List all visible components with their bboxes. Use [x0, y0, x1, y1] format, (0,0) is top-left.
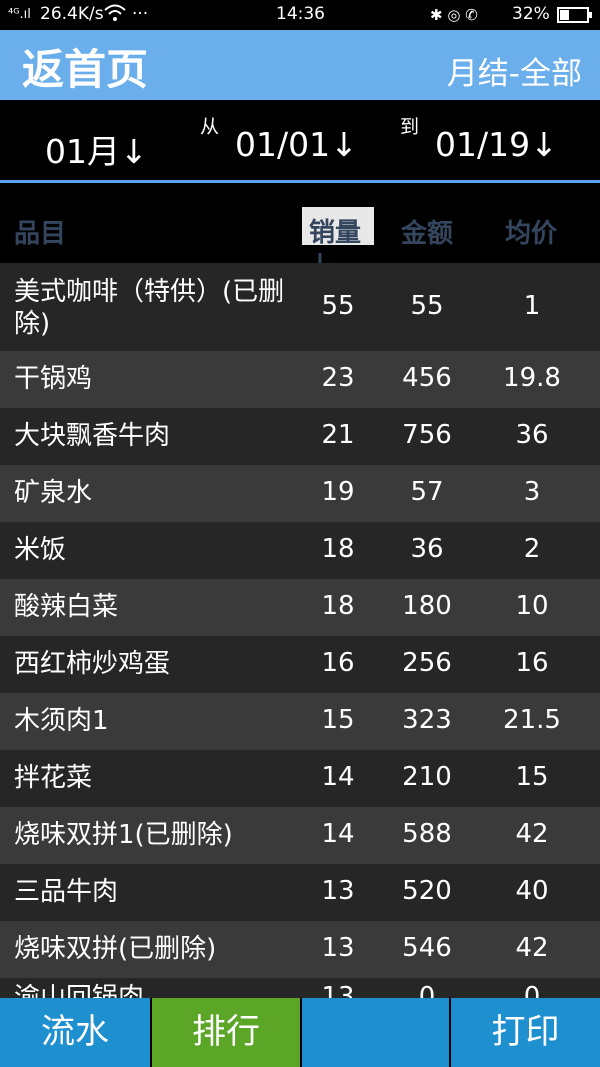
item-avg: 1 [523, 291, 541, 321]
item-amount: 36 [410, 534, 444, 564]
table-row[interactable]: 酸辣白菜 18 180 10 [0, 579, 600, 636]
network-speed: 26.4K/s [40, 4, 104, 24]
item-avg: 19.8 [503, 363, 561, 393]
item-name: 米饭 [14, 535, 67, 565]
item-amount: 588 [402, 819, 452, 849]
item-avg: 3 [523, 477, 541, 507]
table-row[interactable]: 拌花菜 14 210 15 [0, 750, 600, 807]
item-avg: 42 [515, 819, 549, 849]
column-qty-sorted[interactable]: 销量↓ [302, 207, 374, 279]
blank-button[interactable] [302, 998, 449, 1067]
rank-button[interactable]: 排行 [152, 998, 300, 1067]
ranking-list[interactable]: 美式咖啡（特供）(已删除) 55 55 1 干锅鸡 23 456 19.8 大块… [0, 263, 600, 998]
item-amount: 520 [402, 876, 452, 906]
item-avg: 36 [515, 420, 549, 450]
item-name: 烧味双拼(已删除) [14, 934, 217, 964]
status-icons: ✱ ◎ ✆ [430, 6, 478, 24]
item-avg: 42 [515, 933, 549, 963]
to-date-selector[interactable]: 01/19↓ [435, 125, 558, 164]
item-name: 西红柿炒鸡蛋 [14, 649, 171, 679]
table-row[interactable]: 大块飘香牛肉 21 756 36 [0, 408, 600, 465]
date-filter-bar: 01月↓ 从 01/01↓ 到 01/19↓ [0, 100, 600, 183]
signal-icon: ⁴ᴳ.ıl [8, 7, 31, 22]
table-row[interactable]: 美式咖啡（特供）(已删除) 55 55 1 [0, 263, 600, 351]
item-avg: 0 [523, 982, 541, 998]
status-bar: ⁴ᴳ.ıl 26.4K/s ··· 14:36 ✱ ◎ ✆ 32% [0, 0, 600, 30]
item-name: 美式咖啡（特供）(已删除) [14, 277, 285, 339]
item-name: 木须肉1 [14, 706, 109, 736]
bottom-nav: 流水 排行 打印 [0, 998, 600, 1067]
month-selector[interactable]: 01月↓ [45, 125, 148, 173]
item-avg: 10 [515, 591, 549, 621]
item-amount: 210 [402, 762, 452, 792]
item-avg: 21.5 [503, 705, 561, 735]
item-avg: 16 [515, 648, 549, 678]
item-name: 干锅鸡 [14, 364, 93, 394]
item-avg: 40 [515, 876, 549, 906]
table-row[interactable]: 矿泉水 19 57 3 [0, 465, 600, 522]
item-name: 拌花菜 [14, 763, 93, 793]
more-dots: ··· [132, 4, 149, 24]
item-amount: 57 [410, 477, 444, 507]
table-row[interactable]: 干锅鸡 23 456 19.8 [0, 351, 600, 408]
table-row[interactable]: 三品牛肉 13 520 40 [0, 864, 600, 921]
report-mode-selector[interactable]: 月结-全部 [447, 48, 582, 93]
column-amount[interactable]: 金额 [401, 213, 453, 250]
battery-icon [557, 7, 593, 28]
item-amount: 55 [410, 291, 444, 321]
table-row[interactable]: 木须肉1 15 323 21.5 [0, 693, 600, 750]
flow-button[interactable]: 流水 [0, 998, 150, 1067]
item-name: 矿泉水 [14, 478, 93, 508]
from-date-selector[interactable]: 01/01↓ [235, 125, 358, 164]
header: 返首页 月结-全部 [0, 30, 600, 100]
item-amount: 546 [402, 933, 452, 963]
item-name: 大块飘香牛肉 [14, 421, 171, 451]
item-name: 渝山回锅肉 [14, 983, 145, 998]
print-button[interactable]: 打印 [451, 998, 600, 1067]
table-row[interactable]: 米饭 18 36 2 [0, 522, 600, 579]
item-amount: 323 [402, 705, 452, 735]
table-row[interactable]: 渝山回锅肉 13 0 0 [0, 978, 600, 998]
to-label: 到 [400, 116, 420, 138]
from-label: 从 [200, 116, 220, 138]
item-avg: 2 [523, 534, 541, 564]
table-row[interactable]: 烧味双拼(已删除) 13 546 42 [0, 921, 600, 978]
column-item[interactable]: 品目 [14, 213, 66, 250]
item-name: 三品牛肉 [14, 877, 119, 907]
clock: 14:36 [276, 4, 325, 24]
back-home-button[interactable]: 返首页 [22, 36, 148, 97]
wifi-icon [104, 4, 126, 27]
item-amount: 256 [402, 648, 452, 678]
item-amount: 756 [402, 420, 452, 450]
table-row[interactable]: 烧味双拼1(已删除) 14 588 42 [0, 807, 600, 864]
column-avg[interactable]: 均价 [505, 213, 557, 250]
item-amount: 0 [418, 982, 436, 998]
item-name: 烧味双拼1(已删除) [14, 820, 233, 850]
item-amount: 180 [402, 591, 452, 621]
item-name: 酸辣白菜 [14, 592, 119, 622]
item-avg: 15 [515, 762, 549, 792]
battery-percent: 32% [512, 4, 550, 24]
table-row[interactable]: 西红柿炒鸡蛋 16 256 16 [0, 636, 600, 693]
item-amount: 456 [402, 363, 452, 393]
table-header: 品目 销量↓ 金额 均价 [0, 183, 600, 279]
